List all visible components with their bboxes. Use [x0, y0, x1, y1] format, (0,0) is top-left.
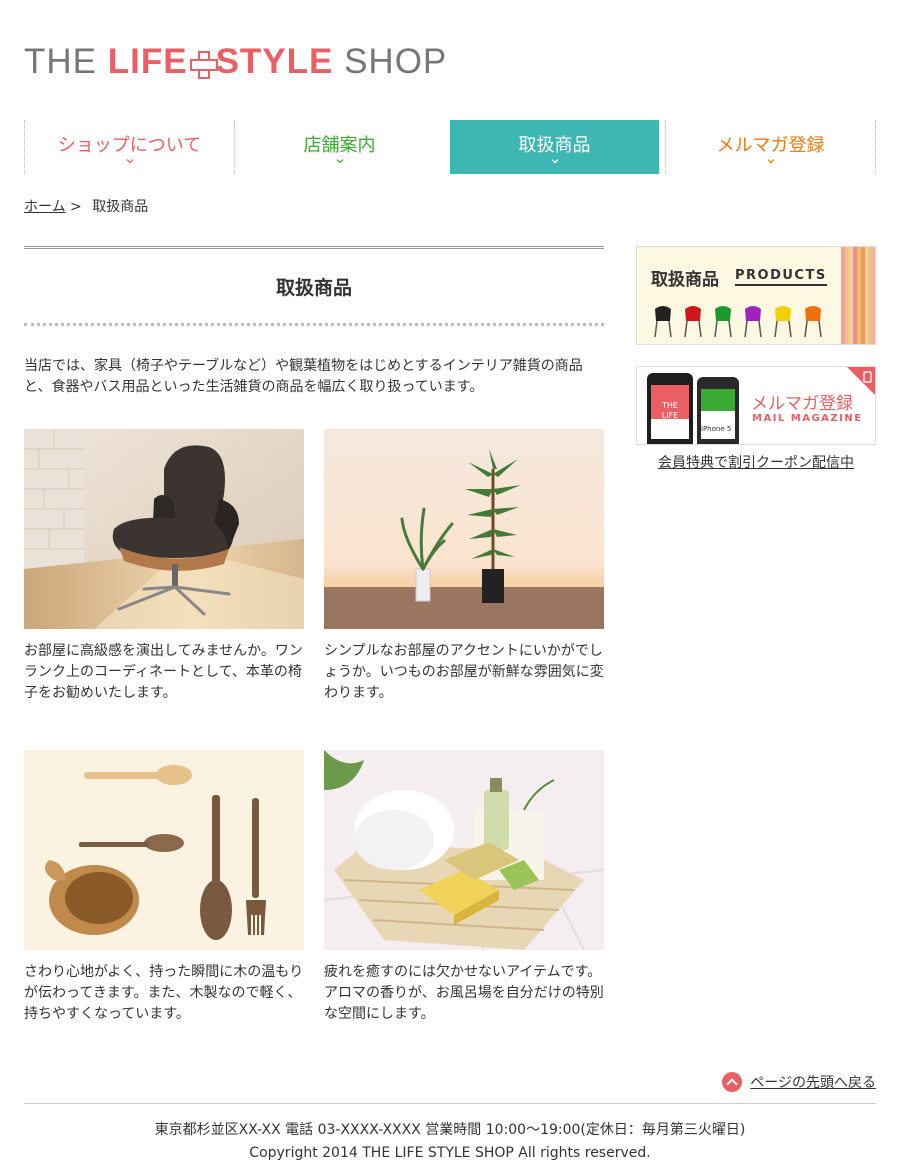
wooden-utensils-image [24, 750, 304, 950]
chevron-down-icon [336, 156, 343, 164]
main-content: 取扱商品 当店では、家具（椅子やテーブルなど）や観葉植物をはじめとするインテリア… [24, 246, 604, 1022]
phone-model-text: iPhone 5 [701, 425, 732, 433]
plants-image [324, 429, 604, 629]
product-description: さわり心地がよく、持った瞬間に木の温もりが伝わってきます。また、木製なので軽く、… [24, 964, 304, 1022]
logo-text-the: THE [24, 42, 108, 81]
phone-screen-text: THE LIFE [661, 401, 679, 420]
footer: 東京都杉並区XX-XX 電話 03-XXXX-XXXX 営業時間 10:00～1… [24, 1103, 876, 1165]
nav-item-label: 店舗案内 [303, 135, 376, 156]
chevron-down-icon [126, 156, 133, 164]
newsletter-banner-subtitle: MAIL MAGAZINE [752, 413, 863, 424]
back-to-top[interactable]: ページの先頭へ戻る [722, 1072, 876, 1092]
chairs-illustration [654, 247, 875, 344]
site-logo[interactable]: THE LIFE STYLE SHOP [24, 42, 447, 82]
breadcrumb-home-link[interactable]: ホーム [24, 199, 66, 215]
product-card: さわり心地がよく、持った瞬間に木の温もりが伝わってきます。また、木製なので軽く、… [24, 750, 304, 1025]
chevron-down-icon [767, 156, 774, 164]
breadcrumb: ホーム > 取扱商品 [24, 196, 148, 216]
nav-item-stores[interactable]: 店舗案内 [234, 120, 444, 174]
logo-text-style: STYLE [215, 42, 334, 81]
bath-basket-image [324, 750, 604, 950]
arrow-up-icon [722, 1072, 743, 1092]
newsletter-banner-title: メルマガ登録 [751, 394, 853, 414]
products-banner[interactable]: 取扱商品 PRODUCTS [636, 246, 876, 345]
nav-item-label: ショップについて [57, 135, 202, 156]
global-nav: ショップについて 店舗案内 取扱商品 メルマガ登録 [24, 120, 876, 174]
nav-item-newsletter[interactable]: メルマガ登録 [665, 120, 876, 174]
logo-text-shop: SHOP [333, 42, 448, 81]
chevron-down-icon [551, 156, 558, 164]
back-to-top-link[interactable]: ページの先頭へ戻る [750, 1072, 876, 1092]
breadcrumb-separator: > [65, 199, 87, 215]
product-description: シンプルなお部屋のアクセントにいかがでしょうか。いつものお部屋が新鮮な雰囲気に変… [324, 643, 604, 701]
logo-text-life: LIFE [107, 42, 188, 81]
nav-item-products[interactable]: 取扱商品 [450, 120, 659, 174]
newsletter-coupon-link[interactable]: 会員特典で割引クーポン配信中 [636, 452, 876, 472]
page-title: 取扱商品 [275, 276, 352, 299]
footer-address: 東京都杉並区XX-XX 電話 03-XXXX-XXXX 営業時間 10:00～1… [154, 1122, 746, 1138]
nav-item-label: メルマガ登録 [716, 135, 825, 156]
product-description: 疲れを癒すのには欠かせないアイテムです。アロマの香りが、お風呂場を自分だけの特別… [324, 964, 604, 1022]
nav-item-about[interactable]: ショップについて [24, 120, 234, 174]
footer-copyright: Copyright 2014 THE LIFE STYLE SHOP All r… [249, 1145, 651, 1161]
logo-plus-icon [189, 51, 218, 79]
product-card: お部屋に高級感を演出してみませんか。ワンランク上のコーディネートとして、本革の椅… [24, 429, 304, 704]
product-card: シンプルなお部屋のアクセントにいかがでしょうか。いつものお部屋が新鮮な雰囲気に変… [324, 429, 604, 704]
sidebar: 取扱商品 PRODUCTS THE LIFE iPhone 5 メルマガ登録 M… [636, 246, 876, 472]
page-title-box: 取扱商品 [24, 246, 604, 326]
newsletter-banner[interactable]: THE LIFE iPhone 5 メルマガ登録 MAIL MAGAZINE [636, 366, 876, 445]
breadcrumb-current: 取扱商品 [92, 199, 149, 215]
product-card: 疲れを癒すのには欠かせないアイテムです。アロマの香りが、お風呂場を自分だけの特別… [324, 750, 604, 1025]
nav-item-label: 取扱商品 [518, 135, 591, 156]
product-description: お部屋に高級感を演出してみませんか。ワンランク上のコーディネートとして、本革の椅… [24, 643, 303, 701]
intro-text: 当店では、家具（椅子やテーブルなど）や観葉植物をはじめとするインテリア雑貨の商品… [24, 358, 583, 395]
leather-chair-image [24, 429, 304, 629]
